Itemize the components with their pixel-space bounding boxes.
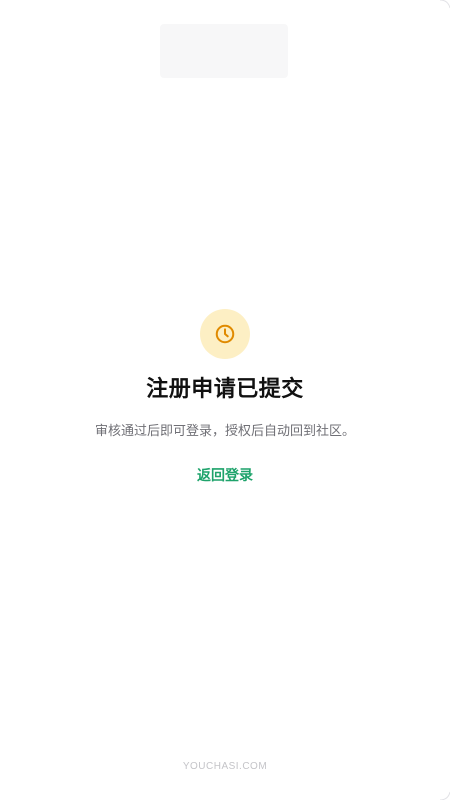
clock-icon	[215, 324, 235, 344]
logo-placeholder	[160, 24, 288, 78]
pending-status-badge	[200, 309, 250, 359]
corner-decoration-icon	[439, 0, 450, 9]
footer-brand: YOUCHASI.COM	[182, 761, 268, 772]
back-to-login-link[interactable]: 返回登录	[197, 466, 253, 486]
status-description: 审核通过后即可登录，授权后自动回到社区。	[94, 424, 355, 439]
corner-decoration-icon	[439, 791, 450, 800]
status-panel: 注册申请已提交 审核通过后即可登录，授权后自动回到社区。 返回登录	[0, 309, 450, 486]
registration-submitted-screen: 注册申请已提交 审核通过后即可登录，授权后自动回到社区。 返回登录 YOUCHA…	[0, 0, 450, 800]
page-title: 注册申请已提交	[146, 377, 304, 402]
